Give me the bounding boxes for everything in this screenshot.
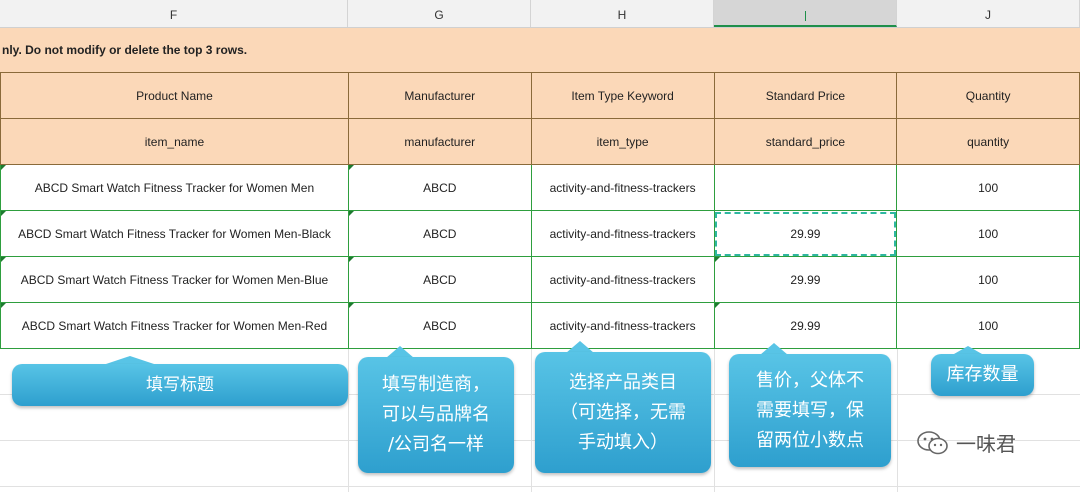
callout-manufacturer: 填写制造商， 可以与品牌名 /公司名一样 <box>358 357 514 473</box>
spreadsheet-table: Product Name Manufacturer Item Type Keyw… <box>0 72 1080 349</box>
notice-row[interactable]: nly. Do not modify or delete the top 3 r… <box>0 28 1080 72</box>
cell-text: ABCD Smart Watch Fitness Tracker for Wom… <box>18 226 331 241</box>
cell-text: 100 <box>978 318 999 333</box>
cell-quantity[interactable]: 100 <box>896 164 1080 211</box>
cell-standard-price-active[interactable]: 29.99 <box>713 210 898 257</box>
gridline <box>0 486 1080 487</box>
cell-text: 100 <box>978 180 999 195</box>
column-header-g[interactable]: G <box>348 0 531 27</box>
cell-item-type[interactable]: activity-and-fitness-trackers <box>530 210 715 257</box>
field-item-name[interactable]: item_name <box>0 118 349 165</box>
gridline <box>348 349 349 492</box>
cell-text: activity-and-fitness-trackers <box>549 226 696 241</box>
cell-item-name[interactable]: ABCD Smart Watch Fitness Tracker for Wom… <box>0 256 349 303</box>
header-row-fields: item_name manufacturer item_type standar… <box>0 118 1080 165</box>
column-header-f[interactable]: F <box>0 0 348 27</box>
cell-text: 100 <box>978 226 999 241</box>
cell-text: 100 <box>978 272 999 287</box>
cell-item-name[interactable]: ABCD Smart Watch Fitness Tracker for Wom… <box>0 302 349 349</box>
header-row-labels: Product Name Manufacturer Item Type Keyw… <box>0 72 1080 119</box>
cell-item-type[interactable]: activity-and-fitness-trackers <box>530 302 715 349</box>
cell-text: ABCD Smart Watch Fitness Tracker for Wom… <box>20 272 329 287</box>
cell-quantity[interactable]: 100 <box>896 256 1080 303</box>
cell-quantity[interactable]: 100 <box>896 210 1080 257</box>
gridline <box>531 349 532 492</box>
cell-item-name[interactable]: ABCD Smart Watch Fitness Tracker for Wom… <box>0 164 349 211</box>
cell-text: 29.99 <box>790 226 821 241</box>
cell-standard-price[interactable] <box>713 164 898 211</box>
gridline <box>714 349 715 492</box>
cell-text: activity-and-fitness-trackers <box>549 318 696 333</box>
cell-manufacturer[interactable]: ABCD <box>347 164 532 211</box>
cell-quantity[interactable]: 100 <box>896 302 1080 349</box>
table-row: ABCD Smart Watch Fitness Tracker for Wom… <box>0 164 1080 211</box>
table-row: ABCD Smart Watch Fitness Tracker for Wom… <box>0 256 1080 303</box>
callout-pointer <box>954 346 982 354</box>
column-header-j[interactable]: J <box>897 0 1080 27</box>
column-header-i-selected[interactable] <box>714 0 897 27</box>
cell-text: 29.99 <box>790 318 821 333</box>
cell-item-type[interactable]: activity-and-fitness-trackers <box>530 164 715 211</box>
cell-standard-price[interactable]: 29.99 <box>713 302 898 349</box>
cell-standard-price[interactable]: 29.99 <box>713 256 898 303</box>
wechat-icon <box>916 430 950 456</box>
watermark-text: 一味君 <box>956 432 1016 456</box>
field-manufacturer[interactable]: manufacturer <box>347 118 532 165</box>
header-product-name[interactable]: Product Name <box>0 72 349 119</box>
cell-text: ABCD Smart Watch Fitness Tracker for Wom… <box>21 318 328 333</box>
column-header-bar: F G H J <box>0 0 1080 28</box>
callout-quantity: 库存数量 <box>931 354 1034 396</box>
column-header-h[interactable]: H <box>531 0 714 27</box>
header-standard-price[interactable]: Standard Price <box>713 72 898 119</box>
cell-text: ABCD <box>423 180 457 195</box>
callout-category: 选择产品类目 （可选择，无需 手动填入） <box>535 352 711 473</box>
cell-manufacturer[interactable]: ABCD <box>347 256 532 303</box>
cell-manufacturer[interactable]: ABCD <box>347 302 532 349</box>
cell-item-type[interactable]: activity-and-fitness-trackers <box>530 256 715 303</box>
watermark: 一味君 <box>916 428 1016 457</box>
cell-text: ABCD <box>423 272 457 287</box>
gridline <box>897 349 898 492</box>
table-row: ABCD Smart Watch Fitness Tracker for Wom… <box>0 210 1080 257</box>
field-standard-price[interactable]: standard_price <box>713 118 898 165</box>
header-item-type-keyword[interactable]: Item Type Keyword <box>530 72 715 119</box>
cell-text: ABCD <box>423 318 457 333</box>
cell-item-name[interactable]: ABCD Smart Watch Fitness Tracker for Wom… <box>0 210 349 257</box>
cell-text: activity-and-fitness-trackers <box>549 180 696 195</box>
cell-text: ABCD <box>423 226 457 241</box>
field-quantity[interactable]: quantity <box>896 118 1080 165</box>
field-item-type[interactable]: item_type <box>530 118 715 165</box>
header-quantity[interactable]: Quantity <box>896 72 1080 119</box>
cell-text: activity-and-fitness-trackers <box>549 272 696 287</box>
header-manufacturer[interactable]: Manufacturer <box>347 72 532 119</box>
cell-text: ABCD Smart Watch Fitness Tracker for Wom… <box>34 180 315 195</box>
callout-price: 售价，父体不 需要填写，保 留两位小数点 <box>729 354 891 467</box>
table-row: ABCD Smart Watch Fitness Tracker for Wom… <box>0 302 1080 349</box>
cell-manufacturer[interactable]: ABCD <box>347 210 532 257</box>
cell-text: 29.99 <box>790 272 821 287</box>
callout-title: 填写标题 <box>12 364 348 406</box>
